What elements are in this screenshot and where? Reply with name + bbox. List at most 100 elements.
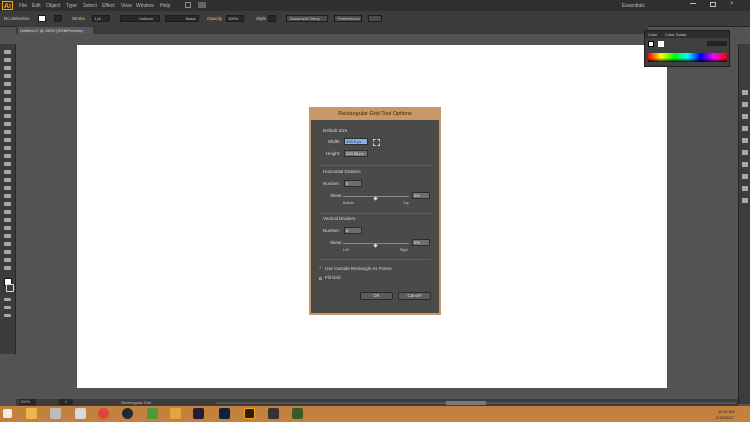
slice-tool-icon[interactable] — [4, 250, 11, 254]
gradient-panel-icon[interactable] — [742, 138, 748, 143]
vertical-number-input[interactable]: 5 — [344, 227, 362, 234]
horizontal-skew-thumb[interactable] — [373, 196, 378, 201]
document-tab[interactable]: Untitled-1* @ 150% (RGB/Preview) — [18, 27, 93, 34]
illustrator-taskbar-icon[interactable] — [244, 408, 255, 419]
app-icon[interactable] — [50, 408, 61, 419]
perspective-grid-tool-icon[interactable] — [4, 186, 11, 190]
tab-color-guide[interactable]: Color Guide — [665, 32, 686, 37]
cancel-button[interactable]: Cancel — [398, 292, 431, 300]
menu-window[interactable]: Window — [136, 3, 154, 9]
screen-mode-icon[interactable] — [4, 314, 11, 317]
fill-grid-checkbox[interactable] — [319, 277, 322, 280]
menu-edit[interactable]: Edit — [32, 3, 41, 9]
app-icon-dark-green[interactable] — [292, 408, 303, 419]
document-setup-button[interactable]: Document Setup — [286, 15, 328, 22]
menu-help[interactable]: Help — [160, 3, 170, 9]
stroke-swatch[interactable] — [54, 15, 62, 22]
reference-point-icon[interactable] — [373, 139, 380, 146]
opacity-input[interactable]: 100% — [226, 15, 244, 22]
column-graph-tool-icon[interactable] — [4, 234, 11, 238]
maximize-icon[interactable] — [710, 2, 716, 7]
artboards-icon[interactable] — [742, 198, 748, 203]
gradient-tool-icon[interactable] — [4, 202, 11, 206]
artboard-number[interactable]: 1 — [59, 399, 73, 405]
app-icon-dark[interactable] — [268, 408, 279, 419]
horizontal-scroll-thumb[interactable] — [446, 401, 486, 405]
workspace-switcher[interactable]: Essentials — [622, 3, 645, 9]
pencil-tool-icon[interactable] — [4, 122, 11, 126]
panel-fill-icon[interactable] — [648, 41, 654, 47]
horizontal-skew-input[interactable]: 0% — [412, 192, 430, 199]
app-icon-yellow[interactable] — [170, 408, 181, 419]
stroke-weight-input[interactable]: 1 pt — [92, 15, 110, 22]
app-icon-green[interactable] — [147, 408, 158, 419]
current-tool-status[interactable]: Rectangular Grid — [121, 400, 151, 405]
selection-tool-icon[interactable] — [4, 50, 11, 54]
brushes-icon[interactable] — [742, 102, 748, 107]
preferences-button[interactable]: Preferences — [334, 15, 362, 22]
blob-brush-tool-icon[interactable] — [4, 130, 11, 134]
layers-icon[interactable] — [742, 186, 748, 191]
use-outside-rect-checkbox[interactable]: ✓ — [319, 266, 323, 270]
artboard-tool-icon[interactable] — [4, 242, 11, 246]
stroke-panel-icon[interactable] — [742, 126, 748, 131]
rotate-tool-icon[interactable] — [4, 146, 11, 150]
stroke-label[interactable]: Stroke — [72, 16, 85, 21]
type-tool-icon[interactable] — [4, 90, 11, 94]
menu-view[interactable]: View — [121, 3, 132, 9]
ok-button[interactable]: OK — [360, 292, 393, 300]
graphic-style-picker[interactable] — [268, 15, 276, 22]
fill-swatch[interactable] — [38, 15, 46, 22]
clock-time[interactable]: 11:31 AM — [718, 409, 735, 414]
paintbrush-tool-icon[interactable] — [4, 114, 11, 118]
graphic-styles-icon[interactable] — [742, 174, 748, 179]
minimize-icon[interactable] — [690, 3, 696, 4]
stroke-color-icon[interactable] — [6, 284, 14, 292]
lasso-tool-icon[interactable] — [4, 74, 11, 78]
mesh-tool-icon[interactable] — [4, 194, 11, 198]
after-effects-icon[interactable] — [193, 408, 204, 419]
shape-builder-tool-icon[interactable] — [4, 178, 11, 182]
height-input[interactable]: 200.35 px — [344, 150, 368, 157]
appearance-icon[interactable] — [742, 162, 748, 167]
bridge-icon[interactable] — [185, 2, 191, 8]
menu-select[interactable]: Select — [83, 3, 97, 9]
symbols-icon[interactable] — [742, 114, 748, 119]
align-icon[interactable] — [368, 15, 382, 22]
vertical-skew-thumb[interactable] — [373, 243, 378, 248]
scale-tool-icon[interactable] — [4, 154, 11, 158]
panel-white-swatch[interactable] — [658, 41, 664, 47]
blend-tool-icon[interactable] — [4, 218, 11, 222]
menu-effect[interactable]: Effect — [102, 3, 115, 9]
file-explorer-icon[interactable] — [26, 408, 37, 419]
arrange-documents-icon[interactable] — [198, 2, 206, 8]
color-mode-icon[interactable] — [4, 298, 11, 301]
variable-width-profile[interactable]: Uniform — [120, 15, 160, 22]
clock-date[interactable]: 2/10/2017 — [716, 415, 734, 420]
menu-type[interactable]: Type — [66, 3, 77, 9]
hand-tool-icon[interactable] — [4, 258, 11, 262]
windows-start-icon[interactable] — [3, 409, 12, 418]
symbol-sprayer-tool-icon[interactable] — [4, 226, 11, 230]
chrome-icon[interactable] — [98, 408, 109, 419]
eraser-tool-icon[interactable] — [4, 138, 11, 142]
opacity-label[interactable]: Opacity — [207, 16, 222, 21]
drawing-mode-icon[interactable] — [4, 306, 11, 309]
transparency-icon[interactable] — [742, 150, 748, 155]
eyedropper-tool-icon[interactable] — [4, 210, 11, 214]
steam-icon[interactable] — [122, 408, 133, 419]
notepad-icon[interactable] — [75, 408, 86, 419]
width-input[interactable]: 200.5 px — [344, 138, 368, 145]
rectangle-tool-icon[interactable] — [4, 106, 11, 110]
tab-color[interactable]: Color — [648, 32, 658, 37]
pen-tool-icon[interactable] — [4, 82, 11, 86]
brush-definition[interactable]: Basic — [165, 15, 199, 22]
close-icon[interactable]: × — [730, 1, 734, 7]
zoom-tool-icon[interactable] — [4, 266, 11, 270]
horizontal-number-input[interactable]: 5 — [344, 180, 362, 187]
magic-wand-tool-icon[interactable] — [4, 66, 11, 70]
menu-file[interactable]: File — [19, 3, 27, 9]
line-tool-icon[interactable] — [4, 98, 11, 102]
panel-color-value[interactable] — [707, 41, 727, 46]
vertical-skew-input[interactable]: 0% — [412, 239, 430, 246]
